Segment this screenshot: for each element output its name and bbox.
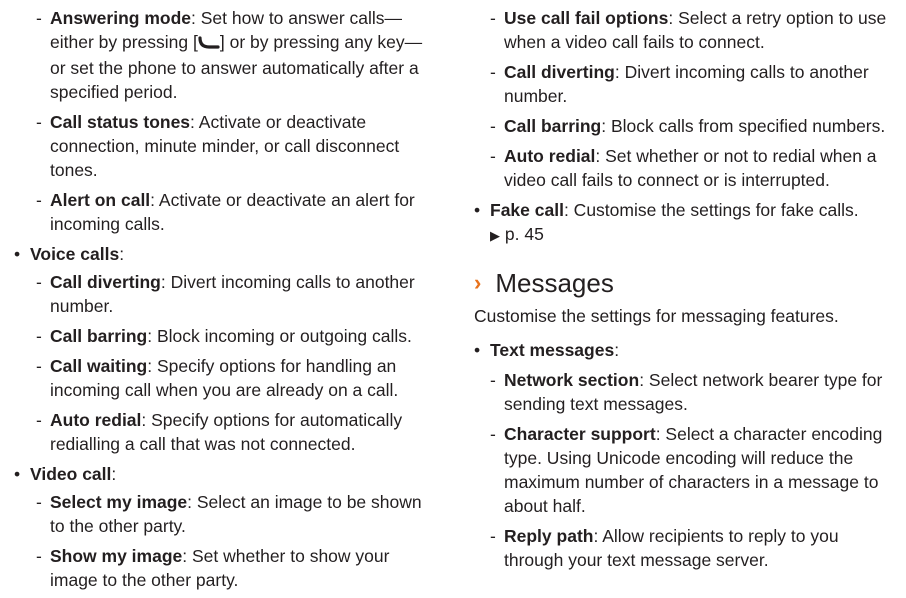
item-title: Call waiting	[50, 356, 148, 376]
bullet-marker: •	[14, 244, 21, 264]
list-item-vc-call-waiting: - Call waiting: Specify options for hand…	[14, 354, 432, 402]
list-item-character-support: - Character support: Select a character …	[474, 422, 902, 518]
list-item-fake-call: • Fake call: Customise the settings for …	[474, 198, 902, 248]
dash-marker: -	[490, 424, 496, 444]
dash-marker: -	[490, 526, 496, 546]
dash-marker: -	[490, 62, 496, 82]
item-title: Show my image	[50, 546, 183, 566]
list-item-vc-call-barring: - Call barring: Block incoming or outgoi…	[14, 324, 432, 348]
item-title: Alert on call	[50, 190, 151, 210]
item-title: Network section	[504, 370, 640, 390]
item-title: Character support	[504, 424, 656, 444]
section-title: Messages	[495, 268, 614, 298]
item-title: Reply path	[504, 526, 594, 546]
dash-marker: -	[490, 146, 496, 166]
triangle-right-icon: ▶	[490, 228, 500, 243]
dash-marker: -	[36, 356, 42, 376]
dash-marker: -	[36, 190, 42, 210]
dash-marker: -	[36, 492, 42, 512]
list-item-video-call-diverting: - Call diverting: Divert incoming calls …	[474, 60, 902, 108]
item-title: Voice calls	[30, 244, 120, 264]
list-item-answering-mode: - Answering mode: Set how to answer call…	[14, 6, 432, 104]
item-title: Answering mode	[50, 8, 191, 28]
item-title: Video call	[30, 464, 112, 484]
item-text: : Block calls from specified numbers.	[601, 116, 886, 136]
left-column: - Answering mode: Set how to answer call…	[14, 6, 432, 598]
item-title: Call diverting	[504, 62, 615, 82]
chevron-right-icon: ›	[474, 270, 482, 295]
item-title: Call barring	[504, 116, 602, 136]
list-item-use-call-fail-options: - Use call fail options: Select a retry …	[474, 6, 902, 54]
bullet-marker: •	[474, 200, 481, 220]
dash-marker: -	[36, 410, 42, 430]
dash-marker: -	[36, 112, 42, 132]
list-item-alert-on-call: - Alert on call: Activate or deactivate …	[14, 188, 432, 236]
list-item-text-messages: • Text messages:	[474, 338, 902, 362]
list-item-call-status-tones: - Call status tones: Activate or deactiv…	[14, 110, 432, 182]
list-item-video-auto-redial: - Auto redial: Set whether or not to red…	[474, 144, 902, 192]
list-item-vc-auto-redial: - Auto redial: Specify options for autom…	[14, 408, 432, 456]
dash-marker: -	[490, 370, 496, 390]
dash-marker: -	[36, 326, 42, 346]
list-item-network-section: - Network section: Select network bearer…	[474, 368, 902, 416]
dash-marker: -	[36, 546, 42, 566]
item-text: : Block incoming or outgoing calls.	[147, 326, 412, 346]
list-item-video-call: • Video call:	[14, 462, 432, 486]
dash-marker: -	[36, 8, 42, 28]
item-suffix: :	[111, 464, 117, 484]
section-intro: Customise the settings for messaging fea…	[474, 306, 839, 326]
item-title: Call barring	[50, 326, 148, 346]
list-item-select-my-image: - Select my image: Select an image to be…	[14, 490, 432, 538]
item-title: Select my image	[50, 492, 188, 512]
list-item-vc-call-diverting: - Call diverting: Divert incoming calls …	[14, 270, 432, 318]
right-column: - Use call fail options: Select a retry …	[474, 6, 902, 578]
item-title: Call status tones	[50, 112, 191, 132]
list-item-voice-calls: • Voice calls:	[14, 242, 432, 266]
dash-marker: -	[490, 116, 496, 136]
list-item-show-my-image: - Show my image: Set whether to show you…	[14, 544, 432, 592]
item-title: Auto redial	[504, 146, 596, 166]
list-item-video-call-barring: - Call barring: Block calls from specifi…	[474, 114, 902, 138]
item-text: : Customise the settings for fake calls.	[563, 200, 859, 220]
item-title: Use call fail options	[504, 8, 669, 28]
list-item-reply-path: - Reply path: Allow recipients to reply …	[474, 524, 902, 572]
bullet-marker: •	[474, 340, 481, 360]
item-title: Auto redial	[50, 410, 142, 430]
section-heading-messages: › Messages	[474, 268, 902, 298]
bullet-marker: •	[14, 464, 21, 484]
item-suffix: :	[119, 244, 125, 264]
dash-marker: -	[490, 8, 496, 28]
item-title: Call diverting	[50, 272, 161, 292]
item-title: Text messages	[490, 340, 615, 360]
dash-marker: -	[36, 272, 42, 292]
call-key-icon	[198, 32, 220, 56]
item-suffix: :	[614, 340, 620, 360]
page-reference[interactable]: p. 45	[505, 224, 544, 244]
item-title: Fake call	[490, 200, 564, 220]
